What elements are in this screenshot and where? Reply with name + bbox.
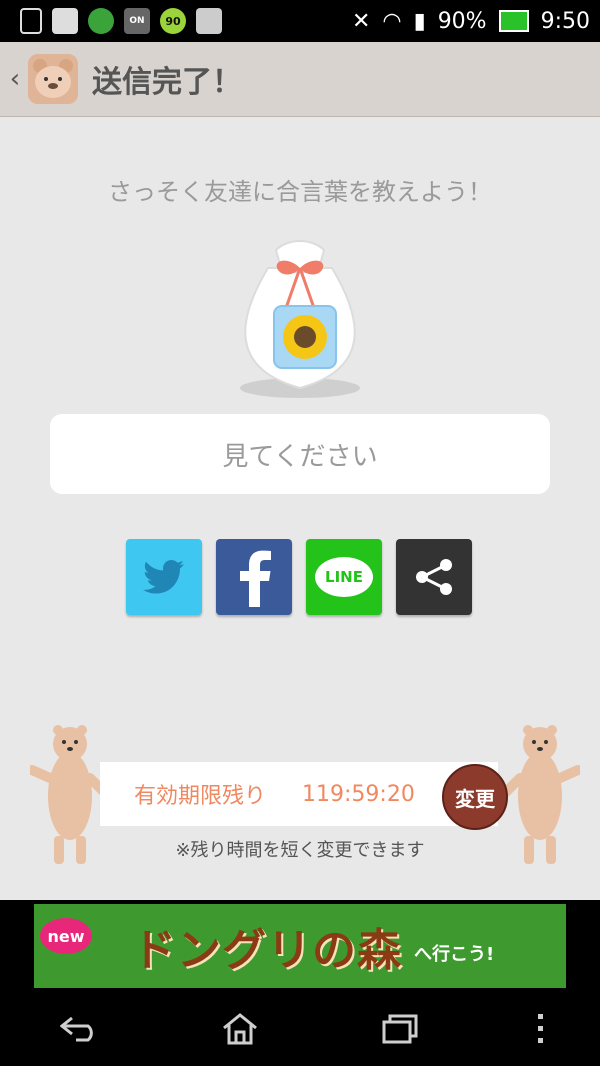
line-label: LINE xyxy=(325,568,363,586)
share-facebook-button[interactable] xyxy=(216,539,292,615)
nav-recent-apps-button[interactable] xyxy=(365,1004,435,1054)
clock: 9:50 xyxy=(540,8,590,34)
navigation-bar xyxy=(0,992,600,1066)
ad-image[interactable]: new ドングリの森 へ行こう! xyxy=(34,904,566,988)
phone-on-icon: ON xyxy=(124,8,150,34)
menu-icon xyxy=(538,1014,543,1043)
back-icon xyxy=(60,1016,93,1042)
gallery-icon xyxy=(52,8,78,34)
bear-app-icon[interactable] xyxy=(28,54,78,104)
speed-90-icon: 90 xyxy=(160,8,186,34)
page-title: 送信完了！ xyxy=(92,65,242,100)
ad-banner[interactable]: new ドングリの森 へ行こう! xyxy=(0,900,600,992)
action-bar: ‹ 送信完了！ xyxy=(0,42,600,117)
share-more-button[interactable] xyxy=(396,539,472,615)
nav-menu-button[interactable] xyxy=(525,1004,555,1054)
ad-subtitle: へ行こう! xyxy=(414,944,495,965)
nav-home-button[interactable] xyxy=(205,1004,275,1054)
line-bubble-icon: LINE xyxy=(315,557,373,597)
ad-new-badge: new xyxy=(40,918,92,954)
share-prompt: さっそく友達に合言葉を教えよう！ xyxy=(108,178,492,206)
bluetooth-icon: ✕ xyxy=(351,8,371,34)
share-line-button[interactable]: LINE xyxy=(306,539,382,615)
facebook-f-icon xyxy=(240,550,271,607)
share-twitter-button[interactable] xyxy=(126,539,202,615)
ad-title: ドングリの森 xyxy=(132,925,402,976)
home-icon xyxy=(223,1013,257,1045)
battery-percent: 90% xyxy=(437,8,487,34)
share-icon xyxy=(416,559,452,595)
notification-icons: ON 90 xyxy=(0,8,222,34)
signal-icon: ▮ xyxy=(413,8,426,34)
system-status: ✕ ◠ ▮ 90% 9:50 xyxy=(352,9,600,34)
wifi-icon: ◠ xyxy=(382,8,402,34)
gift-bag-illustration xyxy=(240,240,360,398)
twitter-bird-icon xyxy=(143,560,184,594)
battery-icon xyxy=(498,10,529,32)
security-app-icon xyxy=(88,8,114,34)
recent-apps-icon xyxy=(382,1014,418,1044)
expiry-countdown: 119:59:20 xyxy=(302,781,415,807)
screenshot-icon xyxy=(20,8,42,34)
expiry-timer: 有効期限残り 119:59:20 xyxy=(100,762,498,826)
nav-back-button[interactable] xyxy=(45,1004,115,1054)
status-bar: ON 90 ✕ ◠ ▮ 90% 9:50 xyxy=(0,0,600,42)
clipboard-icon xyxy=(196,8,222,34)
expiry-label: 有効期限残り xyxy=(134,784,267,809)
up-navigation-icon[interactable]: ‹ xyxy=(4,64,26,94)
keyword-display: 見てください xyxy=(50,414,550,494)
share-buttons: LINE xyxy=(126,539,472,615)
bear-face-icon xyxy=(28,54,78,104)
expiry-note: ※残り時間を短く変更できます xyxy=(175,840,425,861)
change-expiry-button[interactable]: 変更 xyxy=(442,764,508,830)
